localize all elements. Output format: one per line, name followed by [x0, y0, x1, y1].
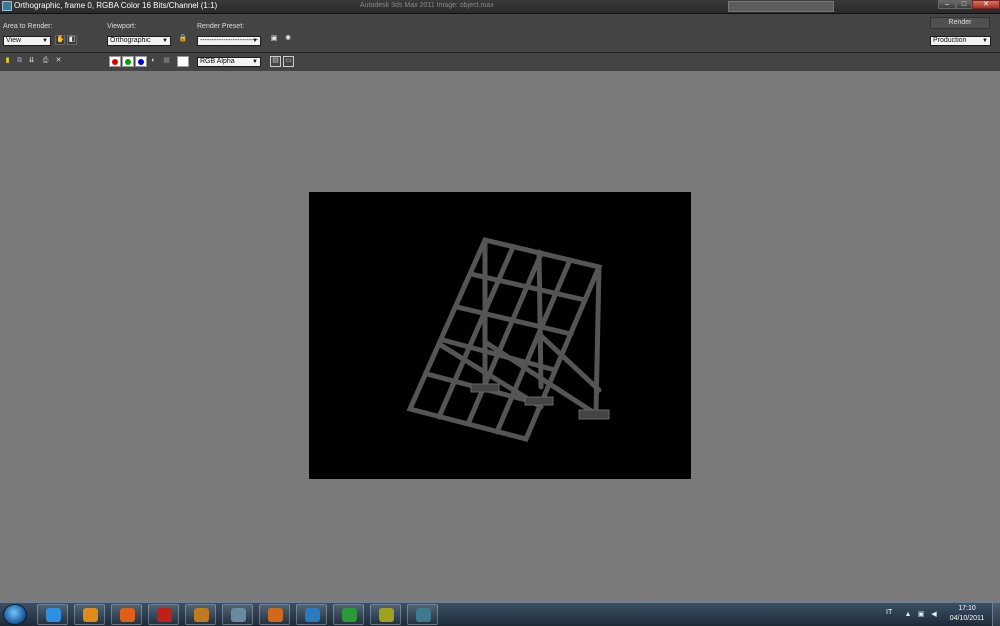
- show-hidden-icons-icon[interactable]: ▲: [904, 611, 912, 619]
- green-channel-toggle[interactable]: [122, 56, 134, 67]
- internet-explorer-icon: [46, 608, 61, 622]
- red-dot-icon: [112, 59, 118, 65]
- area-to-render-label: Area to Render:: [3, 23, 53, 30]
- 3ds-max-icon: [194, 608, 209, 622]
- taskbar-button[interactable]: [148, 604, 179, 625]
- network-icon[interactable]: ▣: [917, 611, 925, 619]
- channel-display-dropdown[interactable]: RGB Alpha ▼: [197, 57, 261, 67]
- render-button[interactable]: Render: [930, 17, 990, 29]
- filezilla-icon: [157, 608, 172, 622]
- taskbar-button[interactable]: [259, 604, 290, 625]
- alpha-channel-icon[interactable]: ◐: [149, 57, 158, 66]
- volume-icon[interactable]: ◀: [930, 611, 938, 619]
- 3ds-max-window-icon: [416, 608, 431, 622]
- computer-icon: [379, 608, 394, 622]
- toggle-ui-overlay-icon[interactable]: ▤: [270, 56, 281, 67]
- monochrome-icon[interactable]: ▦: [162, 57, 171, 66]
- taskbar-button[interactable]: [185, 604, 216, 625]
- chevron-down-icon: ▼: [252, 38, 258, 44]
- media-player-icon: [83, 608, 98, 622]
- chevron-down-icon: ▼: [982, 38, 988, 44]
- clear-icon[interactable]: ✕: [54, 57, 63, 66]
- environment-icon[interactable]: ✺: [283, 35, 293, 45]
- area-to-render-value: View: [6, 37, 22, 44]
- app-icon: [231, 608, 246, 622]
- production-value: Production: [933, 37, 967, 44]
- print-image-icon[interactable]: ⎙: [41, 57, 50, 66]
- taskbar-button[interactable]: [111, 604, 142, 625]
- save-image-icon[interactable]: ▮: [3, 57, 12, 66]
- red-channel-toggle[interactable]: [109, 56, 121, 67]
- chevron-down-icon: ▼: [42, 38, 48, 44]
- window-title: Orthographic, frame 0, RGBA Color 16 Bit…: [14, 1, 218, 10]
- taskbar: IT ▲ ▣ ◀ 17:10 04/10/2011: [0, 602, 1000, 626]
- render-settings-panel: Area to Render: View ▼ ✋ ◧ Viewport: Ort…: [0, 14, 1000, 52]
- background-window-title: Autodesk 3ds Max 2011 Image: object.max: [360, 2, 494, 9]
- close-button[interactable]: ✕: [972, 0, 1000, 9]
- clock-time[interactable]: 17:10: [950, 605, 984, 612]
- title-bar: Orthographic, frame 0, RGBA Color 16 Bit…: [0, 0, 1000, 14]
- blue-dot-icon: [138, 59, 144, 65]
- viewport-value: Orthographic: [110, 37, 151, 44]
- clone-window-icon[interactable]: ⇊: [27, 57, 36, 66]
- channel-display-value: RGB Alpha: [200, 58, 235, 65]
- taskbar-button[interactable]: [333, 604, 364, 625]
- taskbar-button[interactable]: [74, 604, 105, 625]
- chevron-down-icon: ▼: [252, 59, 258, 65]
- lock-icon[interactable]: 🔒: [178, 35, 188, 45]
- taskbar-button[interactable]: [296, 604, 327, 625]
- auto-region-icon[interactable]: ◧: [67, 35, 77, 45]
- render-preset-label: Render Preset:: [197, 23, 245, 30]
- taskbar-button[interactable]: [222, 604, 253, 625]
- blue-channel-toggle[interactable]: [135, 56, 147, 67]
- sketchup-icon: [305, 608, 320, 622]
- viewport-dropdown[interactable]: Orthographic ▼: [107, 36, 171, 46]
- search-box[interactable]: [728, 1, 834, 12]
- chevron-down-icon: ▼: [162, 38, 168, 44]
- frame-buffer-toolbar: ▮ ⧉ ⇊ ⎙ ✕ ◐ ▦ RGB Alpha ▼ ▤ ▭: [0, 52, 1000, 72]
- render-preset-value: -------------------------: [200, 37, 259, 44]
- copy-image-icon[interactable]: ⧉: [15, 57, 24, 66]
- language-indicator[interactable]: IT: [886, 609, 892, 616]
- start-button[interactable]: [3, 604, 27, 625]
- green-dot-icon: [125, 59, 131, 65]
- render-setup-icon[interactable]: ▣: [269, 35, 279, 45]
- taskbar-button[interactable]: [370, 604, 401, 625]
- clock-date[interactable]: 04/10/2011: [946, 615, 988, 622]
- rendered-image: [309, 192, 691, 479]
- firefox-icon: [120, 608, 135, 622]
- solar-panel-structure: [406, 237, 610, 442]
- toggle-ui-icon[interactable]: ▭: [283, 56, 294, 67]
- utorrent-icon: [342, 608, 357, 622]
- swatch[interactable]: [177, 56, 189, 67]
- viewport-label: Viewport:: [107, 23, 137, 30]
- taskbar-button[interactable]: [37, 604, 68, 625]
- production-dropdown[interactable]: Production ▼: [930, 36, 991, 46]
- render-preset-dropdown[interactable]: ------------------------- ▼: [197, 36, 261, 46]
- maximize-button[interactable]: □: [956, 0, 972, 9]
- minimize-button[interactable]: –: [938, 0, 956, 9]
- frame-buffer-viewport[interactable]: [0, 71, 1000, 602]
- taskbar-button[interactable]: [407, 604, 438, 625]
- area-to-render-dropdown[interactable]: View ▼: [3, 36, 51, 46]
- edit-region-icon[interactable]: ✋: [55, 35, 65, 45]
- show-desktop-button[interactable]: [992, 603, 1000, 626]
- tools-icon: [268, 608, 283, 622]
- 3ds-max-icon: [2, 1, 12, 11]
